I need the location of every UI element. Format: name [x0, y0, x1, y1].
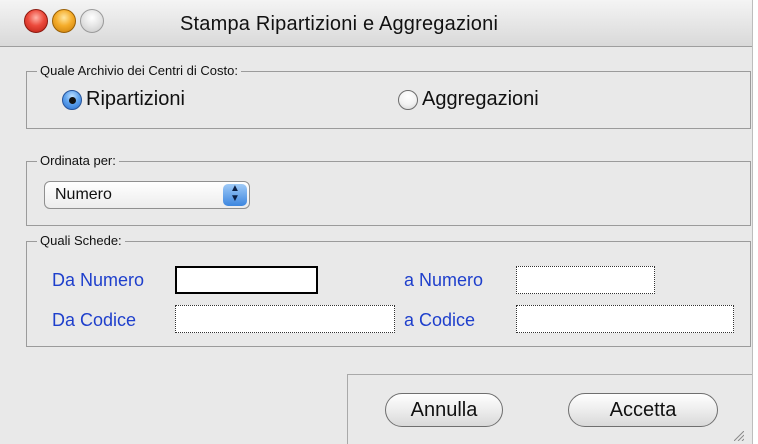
- button-panel: Annulla Accetta: [347, 374, 752, 444]
- dialog-window: Stampa Ripartizioni e Aggregazioni Quale…: [0, 0, 753, 444]
- aggregazioni-label[interactable]: Aggregazioni: [422, 88, 539, 111]
- window-title: Stampa Ripartizioni e Aggregazioni: [180, 13, 499, 35]
- archivio-legend: Quale Archivio dei Centri di Costo:: [37, 63, 241, 79]
- ordinata-select[interactable]: Numero ▲ ▼: [44, 181, 250, 209]
- updown-arrows-icon: ▲ ▼: [223, 184, 247, 206]
- da-numero-label: Da Numero: [52, 270, 145, 290]
- da-codice-input[interactable]: [175, 305, 395, 333]
- annulla-button[interactable]: Annulla: [385, 393, 503, 427]
- a-numero-input[interactable]: [516, 266, 655, 294]
- da-codice-label: Da Codice: [52, 310, 137, 330]
- close-window-icon[interactable]: [24, 9, 48, 33]
- minimize-window-icon[interactable]: [52, 9, 76, 33]
- aggregazioni-radio[interactable]: [398, 90, 418, 110]
- zoom-window-icon[interactable]: [80, 9, 104, 33]
- ripartizioni-radio[interactable]: [62, 90, 82, 110]
- a-codice-label: a Codice: [404, 310, 476, 330]
- a-numero-label: a Numero: [404, 270, 484, 290]
- resize-grip-icon[interactable]: [734, 431, 744, 441]
- a-codice-input[interactable]: [516, 305, 734, 333]
- ordinata-legend: Ordinata per:: [37, 153, 119, 169]
- title-bar[interactable]: Stampa Ripartizioni e Aggregazioni: [0, 0, 752, 47]
- ordinata-selected-value: Numero: [55, 186, 112, 203]
- ripartizioni-label[interactable]: Ripartizioni: [86, 88, 185, 111]
- accetta-button[interactable]: Accetta: [568, 393, 718, 427]
- schede-legend: Quali Schede:: [37, 233, 125, 249]
- da-numero-input[interactable]: [175, 266, 318, 294]
